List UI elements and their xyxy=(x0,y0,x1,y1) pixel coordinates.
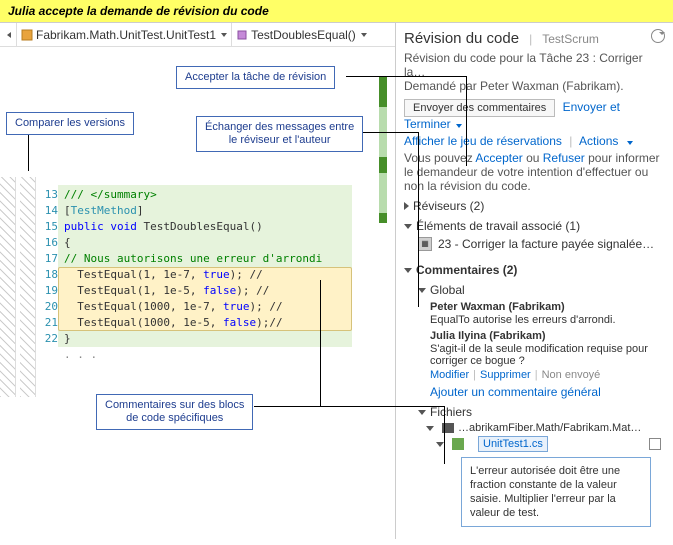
accept-link[interactable]: Accepter xyxy=(475,151,522,165)
comments-section[interactable]: Commentaires (2) xyxy=(404,263,665,277)
modify-link[interactable]: Modifier xyxy=(430,369,469,381)
refuse-link[interactable]: Refuser xyxy=(543,151,585,165)
diff-margin xyxy=(0,177,16,397)
file-dropdown[interactable]: Fabrikam.Math.UnitTest.UnitTest1 xyxy=(17,28,231,42)
task-info: Révision du code pour la Tâche 23 : Corr… xyxy=(404,51,665,93)
add-general-comment-link[interactable]: Ajouter un commentaire général xyxy=(430,385,601,399)
editor-toolbar: Fabrikam.Math.UnitTest.UnitTest1 TestDou… xyxy=(0,23,395,47)
actions-link[interactable]: Actions xyxy=(579,134,633,148)
not-sent-status: Non envoyé xyxy=(542,369,601,381)
nav-back[interactable] xyxy=(0,33,16,37)
editor-pane: Fabrikam.Math.UnitTest.UnitTest1 TestDou… xyxy=(0,23,396,539)
diff-margin-2 xyxy=(20,177,36,397)
file-checkbox[interactable] xyxy=(649,438,661,450)
banner: Julia accepte la demande de révision du … xyxy=(0,0,673,23)
folder-row[interactable]: …abrikamFiber.Math/Fabrikam.Mat… xyxy=(426,421,665,435)
file-name[interactable]: UnitTest1.cs xyxy=(478,436,548,452)
method-label: TestDoublesEqual() xyxy=(251,28,356,42)
method-icon xyxy=(236,29,248,41)
method-dropdown[interactable]: TestDoublesEqual() xyxy=(232,28,371,42)
panel-subtitle: TestScrum xyxy=(542,32,599,46)
inline-comment-tooltip: L'erreur autorisée doit être une fractio… xyxy=(461,457,651,527)
shelveset-link[interactable]: Afficher le jeu de réservations xyxy=(404,134,562,148)
minimap[interactable] xyxy=(373,77,393,377)
delete-link[interactable]: Supprimer xyxy=(480,369,531,381)
workitem-icon: ▦ xyxy=(418,237,432,251)
code-text[interactable]: /// </summary> [[TestMethod]TestMethod] … xyxy=(64,187,322,363)
file-row[interactable]: UnitTest1.cs xyxy=(436,435,665,453)
work-item-label: 23 - Corriger la facture payée signalée… xyxy=(438,237,654,251)
csharp-icon xyxy=(452,438,464,450)
comment-2: Julia Ilyina (Fabrikam) S'agit-il de la … xyxy=(430,330,665,381)
callout-exchange: Échanger des messages entrele réviseur e… xyxy=(196,116,363,152)
workitems-section[interactable]: Éléments de travail associé (1) xyxy=(404,219,665,233)
comment-1: Peter Waxman (Fabrikam) EqualTo autorise… xyxy=(430,301,665,326)
callout-accept: Accepter la tâche de révision xyxy=(176,66,335,89)
reviewers-section[interactable]: Réviseurs (2) xyxy=(404,199,665,213)
callout-compare: Comparer les versions xyxy=(6,112,134,135)
send-comments-button[interactable]: Envoyer des commentaires xyxy=(404,99,555,117)
work-item[interactable]: ▦ 23 - Corriger la facture payée signalé… xyxy=(418,235,665,253)
callout-blocks: Commentaires sur des blocsde code spécif… xyxy=(96,394,253,430)
class-icon xyxy=(21,29,33,41)
panel-title: Révision du code xyxy=(404,30,519,47)
files-group[interactable]: Fichiers xyxy=(418,405,665,419)
global-group[interactable]: Global xyxy=(418,283,665,297)
file-label: Fabrikam.Math.UnitTest.UnitTest1 xyxy=(36,28,216,42)
accept-prompt: Vous pouvez Accepter ou Refuser pour inf… xyxy=(404,151,665,193)
line-numbers: 13141516171819202122 xyxy=(38,187,58,347)
refresh-icon[interactable] xyxy=(651,29,665,43)
